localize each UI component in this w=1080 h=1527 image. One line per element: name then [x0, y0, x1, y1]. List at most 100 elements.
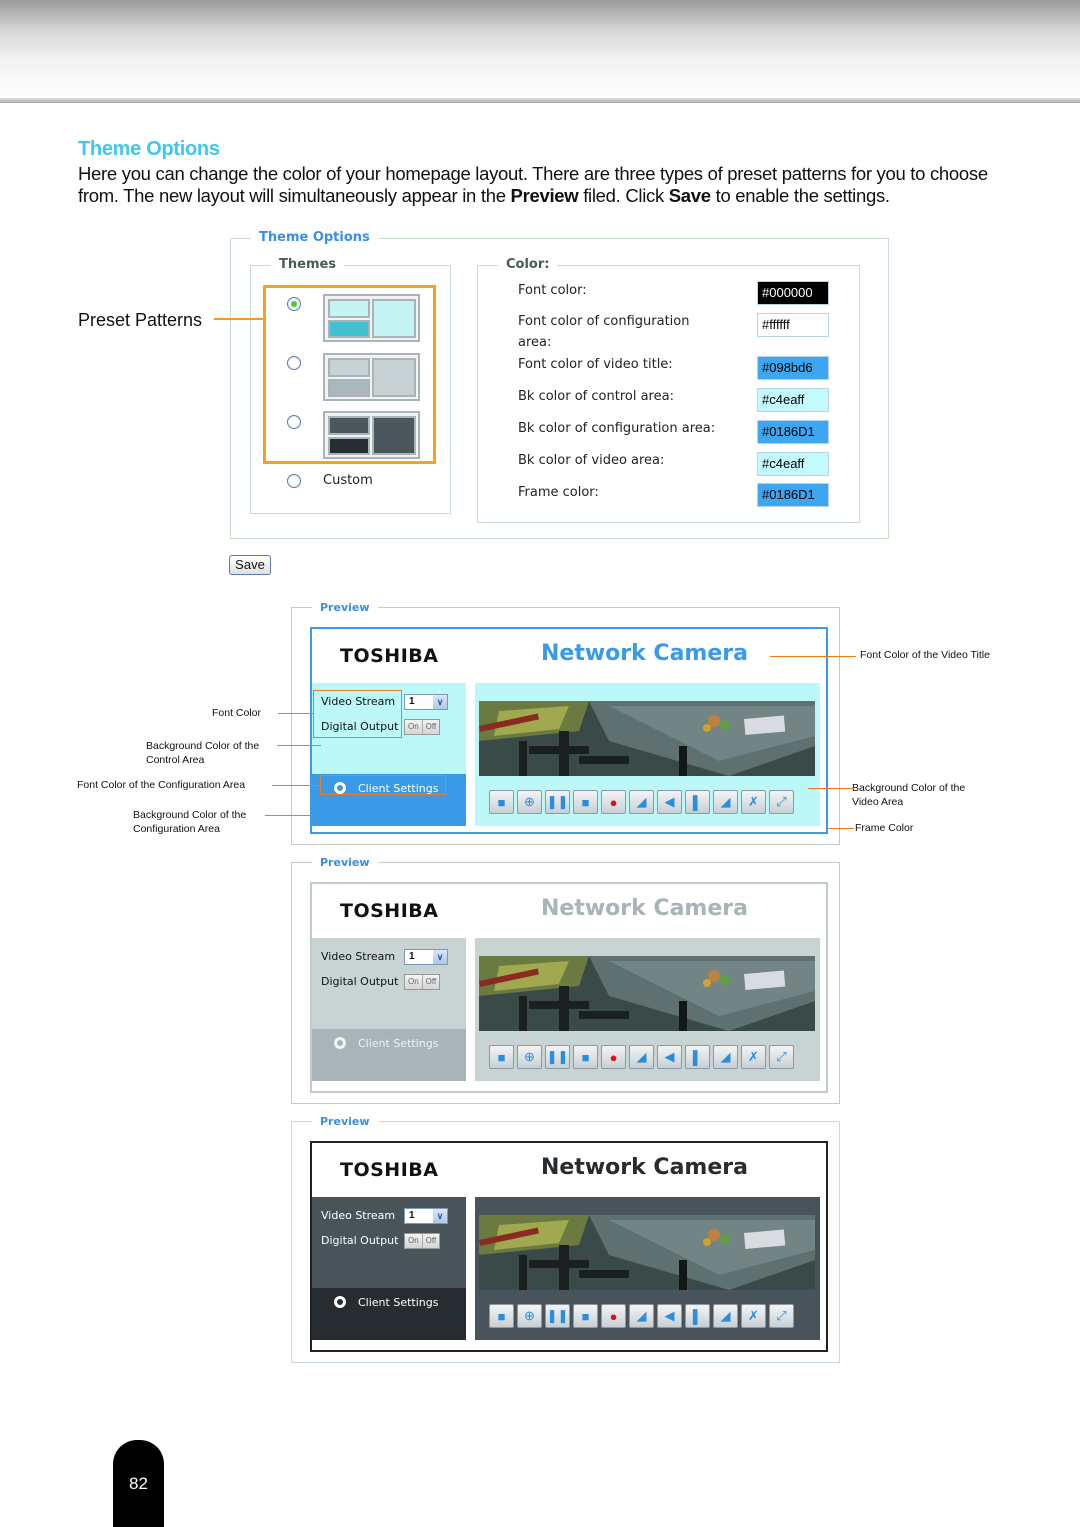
fullscreen-button[interactable]: ⤢ — [769, 1045, 794, 1069]
intro-paragraph: Here you can change the color of your ho… — [78, 163, 988, 206]
video-stream-select[interactable]: 1 ∨ — [404, 694, 448, 710]
theme-thumb-preset-2[interactable] — [323, 353, 420, 401]
theme-radio-custom[interactable] — [287, 474, 301, 488]
talk-button[interactable]: ▌ — [685, 1045, 710, 1069]
video-toolbar: ■ ⊕ ❚❚ ■ ● ◢ ◀ ▌ ◢ ✗ ⤢ — [489, 1045, 794, 1069]
annotation-line — [278, 713, 313, 714]
theme-radio-preset-1[interactable] — [287, 297, 301, 311]
toshiba-logo: TOSHIBA — [340, 1159, 439, 1181]
video-title: Network Camera — [541, 641, 748, 666]
preview-legend: Preview — [312, 1115, 378, 1128]
annotation-bg-video: Background Color of the Video Area — [852, 782, 966, 808]
video-bg-color-input[interactable]: #c4eaff — [757, 452, 829, 476]
stop-icon: ■ — [581, 1049, 590, 1065]
mute-button[interactable]: ◀ — [657, 1304, 682, 1328]
record-icon: ● — [609, 1308, 618, 1324]
snapshot-button[interactable]: ■ — [489, 790, 514, 814]
volume-button[interactable]: ◢ — [629, 1304, 654, 1328]
mic-mute-button[interactable]: ✗ — [741, 790, 766, 814]
thumb-video-area — [372, 358, 416, 397]
mic-mute-button[interactable]: ✗ — [741, 1304, 766, 1328]
on-button[interactable]: On — [405, 975, 423, 989]
pause-button[interactable]: ❚❚ — [545, 790, 570, 814]
thumb-control-area — [328, 416, 370, 435]
zoom-button[interactable]: ⊕ — [517, 1304, 542, 1328]
zoom-button[interactable]: ⊕ — [517, 790, 542, 814]
video-frame-image — [479, 1215, 815, 1290]
chevron-down-icon: ∨ — [433, 1209, 447, 1223]
volume-button[interactable]: ◢ — [629, 1045, 654, 1069]
theme-radio-preset-3[interactable] — [287, 415, 301, 429]
mic-volume-button[interactable]: ◢ — [713, 790, 738, 814]
control-bg-color-input[interactable]: #c4eaff — [757, 388, 829, 412]
zoom-icon: ⊕ — [524, 1308, 535, 1323]
config-bg-color-input[interactable]: #0186D1 — [757, 420, 829, 444]
thumb-video-area — [372, 299, 416, 338]
config-font-color-label: Font color of configuration area: — [518, 314, 690, 350]
chevron-down-icon: ∨ — [433, 695, 447, 709]
theme-thumb-preset-3[interactable] — [323, 411, 420, 459]
stop-button[interactable]: ■ — [573, 1045, 598, 1069]
theme-radio-preset-2[interactable] — [287, 356, 301, 370]
video-area: ■ ⊕ ❚❚ ■ ● ◢ ◀ ▌ ◢ ✗ ⤢ — [475, 1197, 820, 1340]
volume-icon: ◢ — [636, 1308, 647, 1323]
fullscreen-button[interactable]: ⤢ — [769, 790, 794, 814]
mic-volume-button[interactable]: ◢ — [713, 1045, 738, 1069]
thumb-control-area — [328, 299, 370, 318]
record-button[interactable]: ● — [601, 1045, 626, 1069]
snapshot-icon: ■ — [497, 794, 506, 810]
video-title-color-label: Font color of video title: — [518, 357, 673, 372]
color-legend: Color: — [498, 257, 558, 272]
volume-button[interactable]: ◢ — [629, 790, 654, 814]
off-button[interactable]: Off — [422, 1234, 440, 1248]
configuration-area: Client Settings — [312, 1029, 466, 1081]
client-settings-link[interactable]: Client Settings — [334, 1037, 438, 1050]
stop-button[interactable]: ■ — [573, 790, 598, 814]
mute-button[interactable]: ◀ — [657, 1045, 682, 1069]
snapshot-button[interactable]: ■ — [489, 1304, 514, 1328]
client-settings-link[interactable]: Client Settings — [334, 1296, 438, 1309]
video-stream-select[interactable]: 1 ∨ — [404, 949, 448, 965]
record-button[interactable]: ● — [601, 790, 626, 814]
video-toolbar: ■ ⊕ ❚❚ ■ ● ◢ ◀ ▌ ◢ ✗ ⤢ — [489, 790, 794, 814]
snapshot-icon: ■ — [497, 1308, 506, 1324]
pause-icon: ❚❚ — [546, 1308, 569, 1323]
theme-thumb-preset-1[interactable] — [323, 294, 420, 342]
snapshot-button[interactable]: ■ — [489, 1045, 514, 1069]
fullscreen-icon: ⤢ — [776, 1308, 787, 1323]
gear-icon — [334, 1296, 346, 1308]
off-button[interactable]: Off — [422, 720, 440, 734]
config-font-color-input[interactable]: #ffffff — [757, 313, 829, 337]
stop-button[interactable]: ■ — [573, 1304, 598, 1328]
page-header-bar — [0, 0, 1080, 100]
fullscreen-button[interactable]: ⤢ — [769, 1304, 794, 1328]
volume-icon: ◢ — [636, 1049, 647, 1064]
zoom-icon: ⊕ — [524, 794, 535, 809]
pause-button[interactable]: ❚❚ — [545, 1304, 570, 1328]
off-button[interactable]: Off — [422, 975, 440, 989]
record-button[interactable]: ● — [601, 1304, 626, 1328]
talk-button[interactable]: ▌ — [685, 790, 710, 814]
save-button[interactable]: Save — [229, 555, 271, 575]
mic-mute-button[interactable]: ✗ — [741, 1045, 766, 1069]
on-button[interactable]: On — [405, 1234, 423, 1248]
mic-volume-button[interactable]: ◢ — [713, 1304, 738, 1328]
frame-color-input[interactable]: #0186D1 — [757, 483, 829, 507]
fullscreen-icon: ⤢ — [776, 1049, 787, 1064]
mic-mute-icon: ✗ — [748, 794, 759, 809]
font-color-input[interactable]: #000000 — [757, 281, 829, 305]
video-feed — [479, 701, 815, 776]
talk-button[interactable]: ▌ — [685, 1304, 710, 1328]
toshiba-logo: TOSHIBA — [340, 900, 439, 922]
font-color-highlight — [313, 690, 402, 738]
mic-volume-icon: ◢ — [720, 794, 731, 809]
on-button[interactable]: On — [405, 720, 423, 734]
preview-legend: Preview — [312, 601, 378, 614]
video-toolbar: ■ ⊕ ❚❚ ■ ● ◢ ◀ ▌ ◢ ✗ ⤢ — [489, 1304, 794, 1328]
zoom-button[interactable]: ⊕ — [517, 1045, 542, 1069]
pause-button[interactable]: ❚❚ — [545, 1045, 570, 1069]
mute-button[interactable]: ◀ — [657, 790, 682, 814]
video-title-color-input[interactable]: #098bd6 — [757, 356, 829, 380]
preset-patterns-annotation: Preset Patterns — [78, 310, 203, 330]
video-stream-select[interactable]: 1 ∨ — [404, 1208, 448, 1224]
